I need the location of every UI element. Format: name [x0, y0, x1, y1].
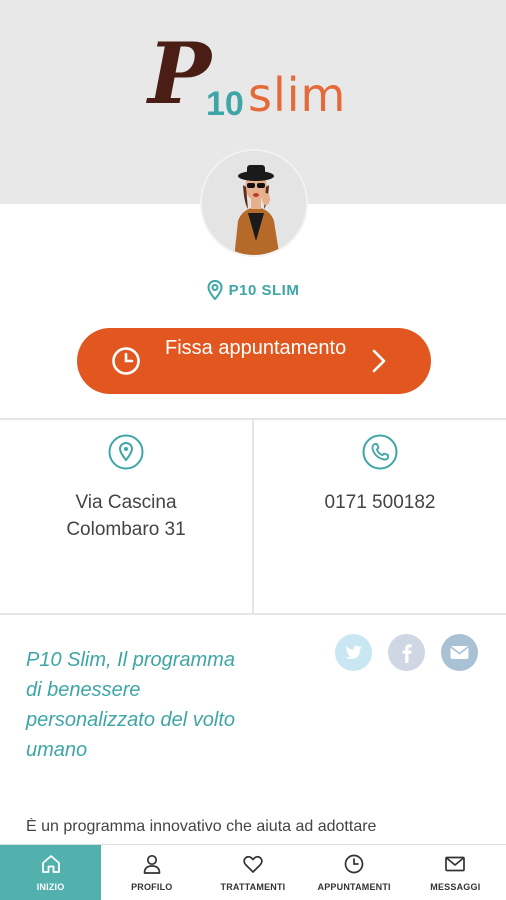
book-appointment-label: Fissa appuntamento [165, 337, 347, 359]
bottom-nav: INIZIO PROFILO TRATTAMENTI APPUNTAMENTI … [0, 844, 506, 900]
tab-label: INIZIO [36, 882, 65, 892]
tab-label: MESSAGGI [430, 882, 481, 892]
twitter-icon [345, 645, 362, 659]
description-text: È un programma innovativo che aiuta ad a… [26, 818, 377, 835]
clock-icon [112, 347, 140, 375]
tab-label: APPUNTAMENTI [317, 882, 391, 892]
tab-label: PROFILO [131, 882, 173, 892]
map-pin-icon [207, 280, 223, 300]
facebook-icon [402, 644, 412, 663]
map-pin-icon [108, 434, 144, 470]
brand-logo: P 10 slim [148, 32, 368, 132]
logo-number: 10 [206, 85, 244, 123]
phone-cell[interactable]: 0171 500182 [254, 420, 506, 614]
tab-label: TRATTAMENTI [220, 882, 286, 892]
email-button[interactable] [441, 634, 478, 671]
twitter-button[interactable] [335, 634, 372, 671]
mail-icon [445, 856, 466, 872]
location-label: P10 SLIM [228, 281, 300, 299]
user-icon [143, 854, 161, 874]
home-icon [41, 855, 60, 873]
chevron-right-icon [372, 349, 386, 373]
logo-word: slim [248, 68, 347, 122]
avatar [200, 149, 308, 257]
book-appointment-button[interactable]: Fissa appuntamento [77, 328, 431, 394]
tab-messaggi[interactable]: MESSAGGI [405, 845, 506, 900]
tab-trattamenti[interactable]: TRATTAMENTI [202, 845, 303, 900]
address-text: Via Cascina Colombaro 31 [66, 492, 186, 540]
tab-profilo[interactable]: PROFILO [101, 845, 202, 900]
phone-icon [362, 434, 398, 470]
facebook-button[interactable] [388, 634, 425, 671]
tab-appuntamenti[interactable]: APPUNTAMENTI [304, 845, 405, 900]
tagline: P10 Slim, Il programma di benessere pers… [26, 649, 236, 761]
address-cell[interactable]: Via Cascina Colombaro 31 [0, 420, 252, 614]
tab-inizio[interactable]: INIZIO [0, 845, 102, 900]
mail-icon [450, 646, 469, 659]
phone-text: 0171 500182 [324, 492, 436, 513]
location-row: P10 SLIM [0, 280, 506, 305]
logo-letter: P [148, 24, 212, 123]
person-photo-icon [202, 151, 306, 255]
heart-icon [243, 855, 263, 873]
clock-icon [344, 854, 364, 874]
